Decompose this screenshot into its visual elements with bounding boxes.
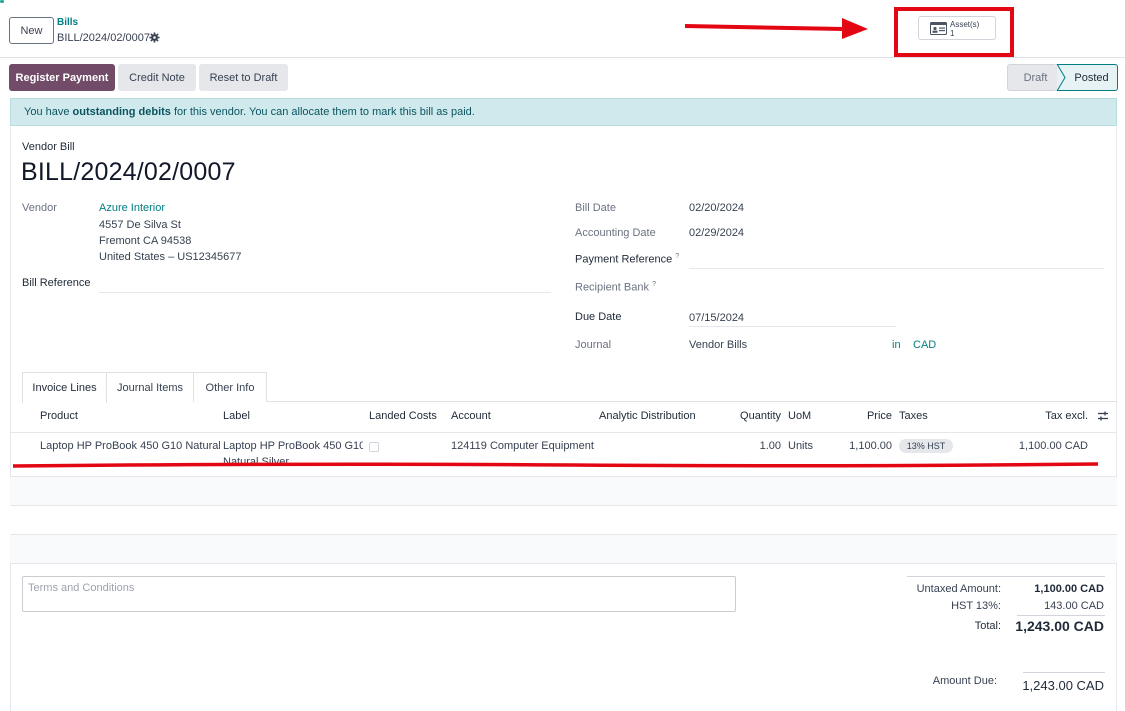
status-bar: Draft Posted [1007, 64, 1118, 91]
line-quantity[interactable]: 1.00 [720, 440, 781, 452]
page-title: BILL/2024/02/0007 [21, 158, 236, 186]
due-date-label: Due Date [575, 311, 622, 323]
vendor-link[interactable]: Azure Interior [99, 202, 165, 214]
due-date-input[interactable]: 07/15/2024 [689, 312, 744, 324]
app-indicator [0, 0, 4, 3]
column-landed-costs[interactable]: Landed Costs [369, 410, 437, 422]
column-product[interactable]: Product [40, 410, 78, 422]
recipient-bank-label: Recipient Bank ? [575, 281, 656, 294]
hst-value: 143.00 CAD [1044, 600, 1104, 612]
register-payment-button[interactable]: Register Payment [9, 64, 115, 91]
vendor-address-line2: Fremont CA 94538 [99, 235, 192, 247]
bill-reference-input[interactable] [99, 292, 551, 293]
vendor-address-line1: 4557 De Silva St [99, 219, 181, 231]
journal-value: Vendor Bills [689, 339, 748, 351]
line-subtotal: 1,100.00 CAD [1018, 440, 1088, 452]
line-product-link[interactable]: Laptop HP ProBook 450 G10 Natural Si [40, 440, 220, 452]
column-uom[interactable]: UoM [788, 410, 811, 422]
credit-note-button[interactable]: Credit Note [118, 64, 196, 91]
payment-reference-input[interactable] [689, 268, 1104, 269]
empty-row [10, 506, 1117, 535]
total-value: 1,243.00 CAD [1015, 618, 1104, 634]
journal-label: Journal [575, 339, 612, 351]
annotation-underline [12, 462, 1099, 468]
accounting-date-value: 02/29/2024 [689, 227, 745, 239]
payment-reference-label: Payment Reference ? [575, 253, 680, 266]
currency-link[interactable]: CAD [913, 339, 936, 351]
bill-date-label: Bill Date [575, 202, 616, 214]
reset-to-draft-button[interactable]: Reset to Draft [199, 64, 288, 91]
terms-and-conditions-input[interactable]: Terms and Conditions [22, 576, 736, 612]
gear-icon[interactable] [149, 32, 160, 43]
in-label: in [892, 339, 901, 351]
column-price[interactable]: Price [840, 410, 892, 422]
column-settings-icon[interactable] [1097, 410, 1109, 422]
totals-top-divider [907, 576, 1105, 577]
vendor-address-line3: United States – US12345677 [99, 251, 242, 263]
amount-due-divider [1023, 672, 1105, 673]
status-arrow-icon [1055, 64, 1066, 91]
amount-due-label: Amount Due: [932, 675, 997, 687]
empty-row [10, 535, 1117, 564]
due-date-underline [689, 326, 896, 327]
alert-emphasis[interactable]: outstanding debits [73, 106, 171, 118]
help-icon[interactable]: ? [675, 253, 679, 260]
breadcrumb-bills-link[interactable]: Bills [57, 17, 78, 28]
row-divider [10, 563, 1117, 564]
outstanding-debits-alert: You have outstanding debits for this ven… [10, 98, 1117, 126]
line-label-line1[interactable]: Laptop HP ProBook 450 G10 [223, 440, 363, 452]
untaxed-amount-label: Untaxed Amount: [916, 583, 1001, 595]
vendor-label: Vendor [22, 202, 57, 214]
total-label: Total: [974, 620, 1001, 632]
new-button[interactable]: New [9, 17, 54, 44]
line-price[interactable]: 1,100.00 [830, 440, 892, 452]
line-uom[interactable]: Units [788, 440, 813, 452]
tab-invoice-lines[interactable]: Invoice Lines [22, 372, 107, 403]
hst-label: HST 13%: [951, 600, 1001, 612]
tab-other-info[interactable]: Other Info [193, 372, 267, 402]
breadcrumb-current: BILL/2024/02/0007 [57, 32, 150, 44]
column-tax-excl[interactable]: Tax excl. [1010, 410, 1088, 422]
untaxed-amount-value: 1,100.00 CAD [1034, 583, 1104, 595]
annotation-highlight-box [894, 7, 1014, 57]
annotation-arrow-icon [684, 18, 868, 39]
document-type: Vendor Bill [22, 141, 75, 153]
total-divider [1017, 615, 1105, 616]
tab-journal-items[interactable]: Journal Items [106, 372, 194, 402]
header-divider [10, 432, 1117, 433]
help-icon[interactable]: ? [652, 281, 656, 288]
column-analytic-distribution[interactable]: Analytic Distribution [599, 410, 696, 422]
bill-date-value: 02/20/2024 [689, 202, 745, 214]
landed-costs-checkbox[interactable] [369, 442, 379, 452]
accounting-date-label: Accounting Date [575, 227, 656, 239]
line-account[interactable]: 124119 Computer Equipment [451, 440, 594, 452]
column-quantity[interactable]: Quantity [720, 410, 781, 422]
amount-due-value: 1,243.00 CAD [1022, 678, 1104, 693]
tax-badge[interactable]: 13% HST [899, 439, 953, 453]
column-account[interactable]: Account [451, 410, 491, 422]
column-taxes[interactable]: Taxes [899, 410, 928, 422]
empty-row [10, 477, 1117, 506]
bill-reference-label: Bill Reference [22, 277, 91, 289]
column-label[interactable]: Label [223, 410, 250, 422]
